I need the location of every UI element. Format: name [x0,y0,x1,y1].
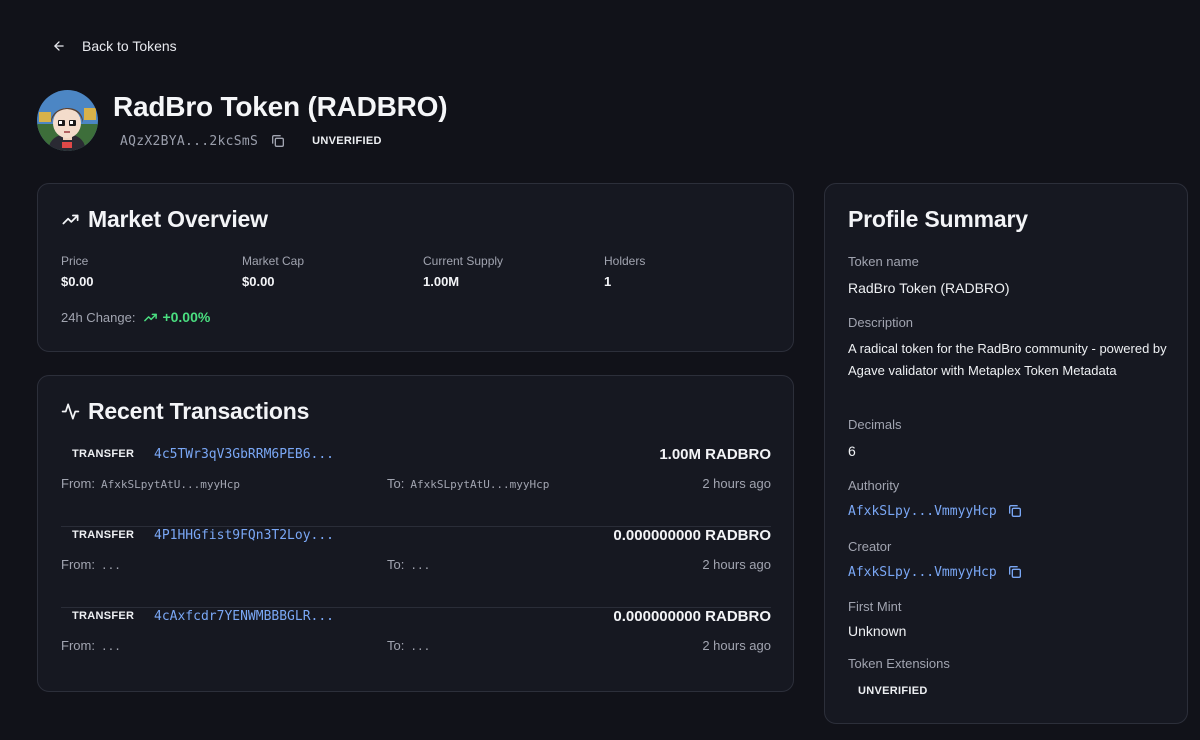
trending-up-icon [144,313,158,321]
from-address: ... [100,640,121,653]
transaction-row: TRANSFER 4c5TWr3qV3GbRRM6PEB6... 1.00M R… [61,446,771,527]
field-value: A radical token for the RadBro community… [848,341,1167,378]
profile-summary-card: Profile Summary Token name RadBro Token … [824,183,1188,724]
token-avatar [37,90,98,151]
tx-signature-link[interactable]: 4P1HHGfist9FQn3T2Loy... [154,528,334,543]
stat-value: 1 [604,274,612,289]
field-label: Token name [848,254,919,269]
field-value: 6 [848,443,856,459]
copy-icon[interactable] [1007,564,1023,580]
copy-icon[interactable] [270,133,286,149]
stat-value: 1.00M [423,274,460,289]
page-title: RadBro Token (RADBRO) [113,91,448,122]
transaction-row: TRANSFER 4cAxfcdr7YENWMBBBGLR... 0.00000… [61,608,771,689]
tx-to: To:... [387,638,430,653]
from-label: From: [61,638,95,653]
to-address: ... [410,640,431,653]
profile-description: Description A radical token for the RadB… [848,315,1168,382]
stat-label: Market Cap [242,254,305,268]
status-badge: UNVERIFIED [312,135,382,147]
field-label: Authority [848,478,900,493]
to-address: ... [410,559,431,572]
tx-time: 2 hours ago [702,557,771,572]
stat-holders: Holders 1 [604,254,785,289]
tx-to: To:... [387,557,430,572]
profile-decimals: Decimals 6 [848,417,1168,462]
profile-summary-title: Profile Summary [848,206,1028,232]
tx-time: 2 hours ago [702,476,771,491]
authority-address: AfxkSLpy...VmmyyHcp [848,503,997,519]
field-label: Creator [848,539,892,554]
stat-market-cap: Market Cap $0.00 [242,254,423,289]
activity-icon [61,403,80,420]
recent-transactions-title: Recent Transactions [88,398,310,424]
to-address: AfxkSLpytAtU...myyHcp [410,478,550,491]
market-overview-title: Market Overview [88,206,268,232]
tx-amount: 0.000000000 RADBRO [613,527,771,544]
token-address: AQzX2BYA...2kcSmS [120,133,259,149]
tx-to: To: AfxkSLpytAtU...myyHcp [387,476,549,491]
trending-up-icon [62,214,79,225]
change-value: +0.00% [162,309,211,325]
change-label: 24h Change: [61,309,136,325]
stat-price: Price $0.00 [61,254,242,289]
tx-time: 2 hours ago [702,638,771,653]
from-address: ... [100,559,121,572]
tx-type-badge: TRANSFER [72,529,135,541]
recent-transactions-card: Recent Transactions TRANSFER 4c5TWr3qV3G… [37,375,794,692]
tx-from: From:... [61,638,121,653]
profile-authority: Authority AfxkSLpy...VmmyyHcp [848,478,1168,519]
creator-link[interactable]: AfxkSLpy...VmmyyHcp [848,564,1168,580]
field-label: Token Extensions [848,656,950,671]
to-label: To: [387,476,405,491]
field-value: Unknown [848,623,907,639]
from-address: AfxkSLpytAtU...myyHcp [100,478,241,491]
tx-amount: 0.000000000 RADBRO [613,608,771,625]
stat-value: $0.00 [242,274,275,289]
field-value: RadBro Token (RADBRO) [848,280,1010,296]
profile-token-name: Token name RadBro Token (RADBRO) [848,254,1168,299]
tx-signature-link[interactable]: 4cAxfcdr7YENWMBBBGLR... [154,609,334,624]
market-overview-card: Market Overview Price $0.00 Market Cap $… [37,183,794,352]
from-label: From: [61,557,95,572]
change-24h: 24h Change: +0.00% [61,309,210,325]
tx-type-badge: TRANSFER [72,610,135,622]
field-label: First Mint [848,599,902,614]
tx-amount: 1.00M RADBRO [659,446,771,463]
field-label: Decimals [848,417,902,432]
to-label: To: [387,638,405,653]
stat-label: Price [61,254,89,268]
from-label: From: [61,476,95,491]
tx-signature-link[interactable]: 4c5TWr3qV3GbRRM6PEB6... [154,447,334,462]
stat-value: $0.00 [61,274,94,289]
to-label: To: [387,557,405,572]
tx-from: From:... [61,557,121,572]
tx-type-badge: TRANSFER [72,448,135,460]
profile-creator: Creator AfxkSLpy...VmmyyHcp [848,539,1168,580]
market-stats: Price $0.00 Market Cap $0.00 Current Sup… [61,254,785,289]
arrow-left-icon [54,41,64,51]
profile-first-mint: First Mint Unknown [848,599,1168,642]
field-label: Description [848,315,914,330]
stat-current-supply: Current Supply 1.00M [423,254,604,289]
copy-icon[interactable] [1007,503,1023,519]
back-label: Back to Tokens [82,38,177,54]
status-badge: UNVERIFIED [858,685,928,697]
transaction-row: TRANSFER 4P1HHGfist9FQn3T2Loy... 0.00000… [61,527,771,608]
stat-label: Current Supply [423,254,504,268]
tx-from: From: AfxkSLpytAtU...myyHcp [61,476,240,491]
token-header: RadBro Token (RADBRO) AQzX2BYA...2kcSmS … [37,90,448,151]
profile-token-extensions: Token Extensions UNVERIFIED [848,656,1168,700]
stat-label: Holders [604,254,646,268]
authority-link[interactable]: AfxkSLpy...VmmyyHcp [848,503,1168,519]
creator-address: AfxkSLpy...VmmyyHcp [848,564,997,580]
back-to-tokens-link[interactable]: Back to Tokens [52,38,177,54]
